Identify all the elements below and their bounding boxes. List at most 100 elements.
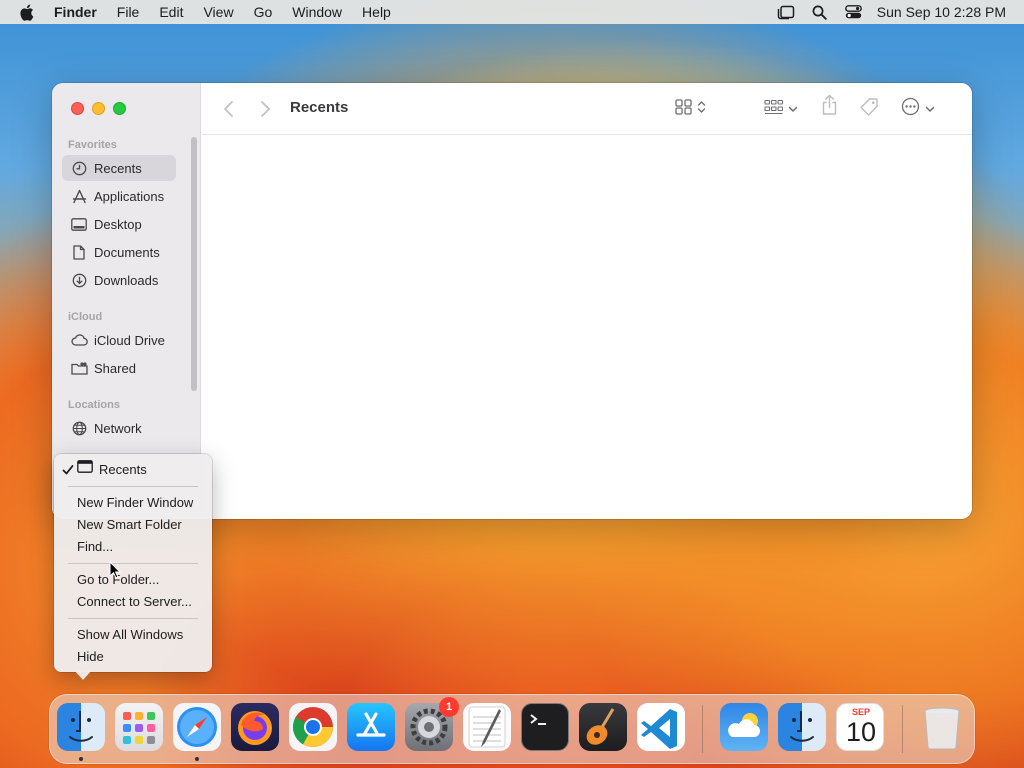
sidebar-item-label: Applications xyxy=(94,188,165,204)
menu-app-finder[interactable]: Finder xyxy=(44,0,107,24)
clock-icon xyxy=(68,161,90,176)
dock-app-store[interactable] xyxy=(347,703,395,751)
firefox-icon xyxy=(238,711,272,745)
sidebar-item-label: Network xyxy=(94,420,142,436)
sidebar-item-label: Documents xyxy=(94,244,160,260)
calendar-day: 10 xyxy=(845,717,877,747)
menu-file[interactable]: File xyxy=(107,0,150,24)
menu-bar: Finder File Edit View Go Window Help Sun… xyxy=(0,0,1024,24)
window-icon xyxy=(77,459,93,479)
menu-item-label: Recents xyxy=(99,462,147,477)
dock-calendar[interactable]: SEP 10 xyxy=(836,703,884,751)
more-actions-button[interactable] xyxy=(901,97,935,121)
running-indicator xyxy=(195,757,199,761)
forward-button[interactable] xyxy=(258,98,272,120)
group-grid-icon xyxy=(764,99,784,120)
chevron-down-icon xyxy=(925,100,935,118)
shared-folder-icon xyxy=(68,361,90,375)
sidebar-item-network[interactable]: Network xyxy=(62,415,176,441)
menu-view[interactable]: View xyxy=(193,0,243,24)
vscode-icon xyxy=(641,709,677,749)
menu-item-new-finder-window[interactable]: New Finder Window xyxy=(54,493,212,513)
sidebar-item-applications[interactable]: Applications xyxy=(62,183,176,209)
file-content-area[interactable] xyxy=(202,136,972,519)
dock-trash[interactable] xyxy=(918,703,966,751)
menu-item-hide[interactable]: Hide xyxy=(54,647,212,667)
cloud-icon xyxy=(68,334,90,346)
menu-help[interactable]: Help xyxy=(352,0,401,24)
finder-toolbar: Recents xyxy=(202,83,972,135)
dock-garageband[interactable] xyxy=(579,703,627,751)
spotlight-icon[interactable] xyxy=(803,0,837,24)
sidebar-item-downloads[interactable]: Downloads xyxy=(62,267,176,293)
minimize-button[interactable] xyxy=(92,102,105,115)
menu-edit[interactable]: Edit xyxy=(149,0,193,24)
dock-system-settings[interactable]: 1 xyxy=(405,697,459,751)
dock-safari[interactable] xyxy=(173,703,221,751)
back-button[interactable] xyxy=(222,98,236,120)
menu-go[interactable]: Go xyxy=(244,0,283,24)
app-store-icon xyxy=(356,712,386,737)
terminal-icon xyxy=(530,714,546,725)
dock-finder[interactable] xyxy=(57,703,105,751)
menu-item-go-to-folder[interactable]: Go to Folder... xyxy=(54,570,212,590)
close-button[interactable] xyxy=(71,102,84,115)
safari-compass-icon xyxy=(177,707,217,747)
menu-separator xyxy=(68,618,198,619)
globe-icon xyxy=(68,421,90,436)
sidebar-section-locations: Locations xyxy=(68,399,120,411)
tag-button[interactable] xyxy=(859,97,879,120)
menu-item-new-smart-folder[interactable]: New Smart Folder xyxy=(54,515,212,535)
stage-manager-icon[interactable] xyxy=(769,0,803,24)
dock-terminal[interactable] xyxy=(521,703,569,751)
icon-view-icon xyxy=(675,98,693,120)
share-button[interactable] xyxy=(821,94,838,121)
textedit-icon xyxy=(468,706,506,748)
ellipsis-circle-icon xyxy=(901,97,920,121)
control-center-icon[interactable] xyxy=(837,0,871,24)
download-icon xyxy=(68,273,90,288)
sidebar-section-icloud: iCloud xyxy=(68,311,103,323)
window-title: Recents xyxy=(290,99,349,116)
sidebar-item-documents[interactable]: Documents xyxy=(62,239,176,265)
sidebar-item-shared[interactable]: Shared xyxy=(62,355,176,381)
sidebar-item-label: Shared xyxy=(94,360,136,376)
sidebar-item-icloud-drive[interactable]: iCloud Drive xyxy=(62,327,176,353)
dock-finder-2[interactable] xyxy=(778,703,826,751)
dock-textedit[interactable] xyxy=(463,703,511,751)
window-controls xyxy=(71,102,126,115)
sidebar-item-label: Desktop xyxy=(94,216,142,232)
finder-icon xyxy=(790,711,814,742)
checkmark-icon xyxy=(62,460,74,486)
menu-item-recents[interactable]: Recents xyxy=(54,460,212,480)
dock-context-menu: Recents New Finder Window New Smart Fold… xyxy=(54,454,212,672)
share-icon xyxy=(821,94,838,121)
menu-item-connect-to-server[interactable]: Connect to Server... xyxy=(54,592,212,612)
menu-separator xyxy=(68,486,198,487)
group-button[interactable] xyxy=(764,98,798,120)
chevron-down-icon xyxy=(788,100,798,118)
menu-window[interactable]: Window xyxy=(282,0,352,24)
zoom-button[interactable] xyxy=(113,102,126,115)
view-mode-button[interactable] xyxy=(675,98,706,120)
sidebar-section-favorites: Favorites xyxy=(68,139,117,151)
running-indicator xyxy=(79,757,83,761)
sidebar-item-desktop[interactable]: Desktop xyxy=(62,211,176,237)
calendar-month: SEP xyxy=(851,707,870,717)
dock-firefox[interactable] xyxy=(231,703,279,751)
apple-menu-icon[interactable] xyxy=(8,0,44,24)
sidebar-item-recents[interactable]: Recents xyxy=(62,155,176,181)
dock-weather[interactable] xyxy=(720,703,768,751)
sidebar-scrollbar[interactable] xyxy=(191,137,197,391)
menu-item-show-all-windows[interactable]: Show All Windows xyxy=(54,625,212,645)
guitar-icon xyxy=(586,708,615,745)
menu-clock[interactable]: Sun Sep 10 2:28 PM xyxy=(871,4,1024,20)
weather-icon xyxy=(728,713,760,737)
finder-icon xyxy=(69,711,93,742)
dock-chrome[interactable] xyxy=(289,703,337,751)
launchpad-icon xyxy=(123,712,155,744)
menu-item-find[interactable]: Find... xyxy=(54,537,212,557)
sidebar-item-label: iCloud Drive xyxy=(94,332,165,348)
dock-vscode[interactable] xyxy=(637,703,685,751)
dock-launchpad[interactable] xyxy=(115,703,163,751)
